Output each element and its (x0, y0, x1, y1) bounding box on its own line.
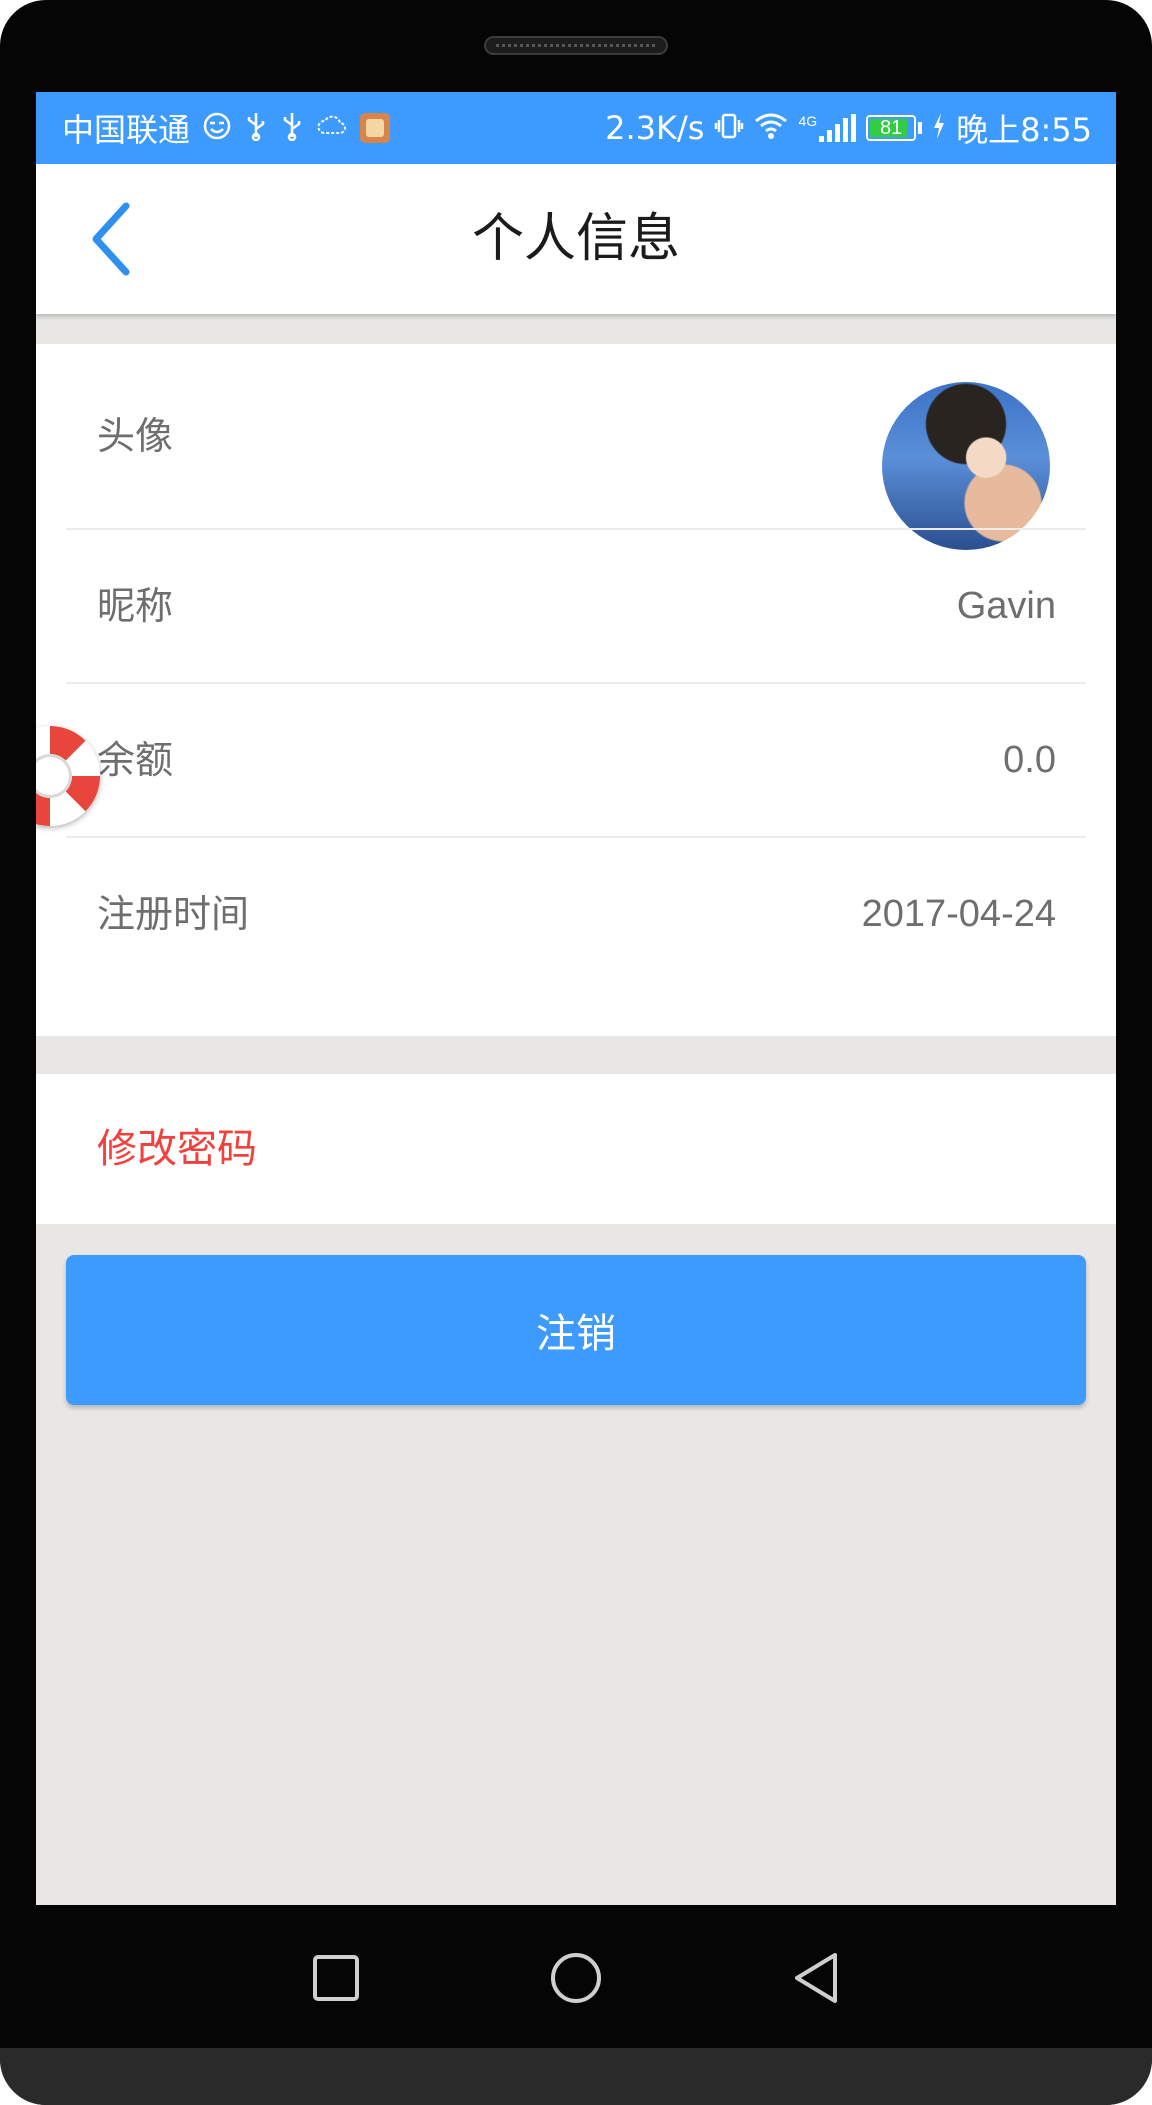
phone-frame: 中国联通 2.3K/s 4G 81 晚上8:55 个人信息 头像 昵称 Gavi… (0, 0, 1152, 2105)
carrier-name: 中国联通 (62, 111, 191, 149)
logout-label: 注销 (536, 1311, 616, 1357)
signal-icon (819, 114, 857, 142)
phone-screen: 中国联通 2.3K/s 4G 81 晚上8:55 个人信息 头像 昵称 Gavi… (36, 92, 1116, 1905)
usb-icon (244, 111, 268, 146)
avatar-label: 头像 (97, 414, 174, 458)
wifi-icon (754, 112, 788, 145)
navigation-bar (0, 1905, 1152, 2050)
status-bar: 中国联通 2.3K/s 4G 81 晚上8:55 (36, 92, 1116, 164)
avatar[interactable] (882, 382, 1050, 550)
page-title: 个人信息 (471, 209, 680, 269)
home-button[interactable] (516, 1905, 636, 2050)
network-type: 4G (798, 113, 818, 129)
battery-level: 81 (880, 117, 903, 139)
nickname-row[interactable]: 昵称 Gavin (36, 530, 1116, 682)
clock: 晚上8:55 (956, 111, 1092, 149)
profile-info-card: 头像 昵称 Gavin 余额 0.0 注册时间 2017-04-24 (36, 344, 1116, 1036)
vibrate-icon (714, 111, 744, 146)
logout-button[interactable]: 注销 (66, 1255, 1086, 1405)
recent-apps-icon (313, 1954, 359, 2001)
charging-icon (932, 112, 946, 145)
recent-apps-button[interactable] (276, 1905, 396, 2050)
register-time-value: 2017-04-24 (861, 893, 1056, 935)
nickname-value: Gavin (956, 585, 1056, 627)
smile-face-icon (202, 111, 232, 146)
register-time-row: 注册时间 2017-04-24 (36, 838, 1116, 990)
app-notification-icon (360, 113, 391, 143)
back-triangle-icon (795, 1952, 837, 2003)
balance-label: 余额 (97, 738, 174, 782)
earpiece-speaker (484, 36, 668, 55)
balance-row[interactable]: 余额 0.0 (36, 684, 1116, 836)
usb-icon (280, 111, 304, 146)
register-time-label: 注册时间 (97, 892, 250, 936)
title-bar: 个人信息 (36, 164, 1116, 314)
nickname-label: 昵称 (97, 584, 174, 628)
phone-chin (0, 2048, 1152, 2105)
change-password-row[interactable]: 修改密码 (36, 1074, 1116, 1224)
cloud-icon (316, 111, 348, 146)
change-password-label: 修改密码 (97, 1126, 257, 1172)
back-nav-button[interactable] (756, 1905, 876, 2050)
avatar-row[interactable]: 头像 (36, 344, 1116, 550)
home-icon (551, 1952, 601, 2003)
balance-value: 0.0 (1003, 739, 1056, 781)
battery-icon: 81 (866, 115, 917, 141)
net-speed: 2.3K/s (605, 109, 705, 147)
